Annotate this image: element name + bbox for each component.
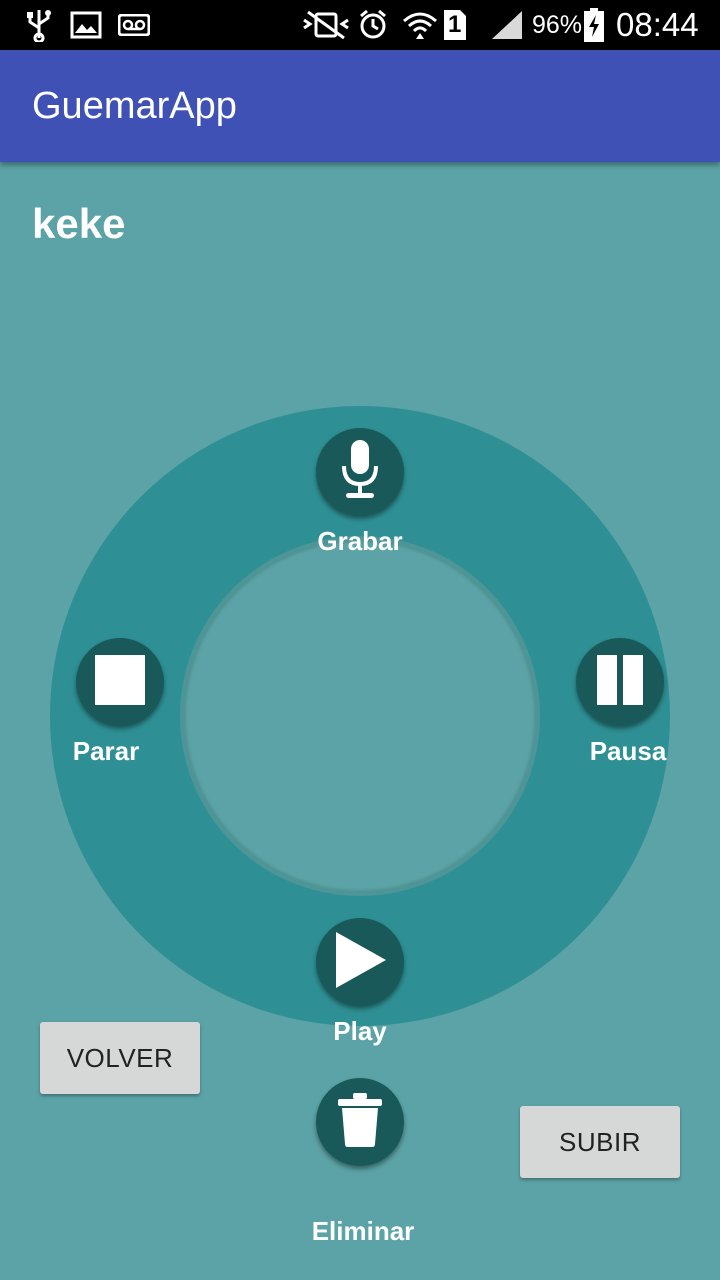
signal-icon (490, 0, 524, 50)
pause-label: Pausa (589, 736, 667, 766)
status-bar: 1 96% 08:44 (0, 0, 720, 50)
pause-button[interactable] (576, 638, 664, 726)
microphone-icon (340, 438, 380, 506)
delete-label: Eliminar (311, 1216, 415, 1246)
app-bar: GuemarApp (0, 50, 720, 162)
status-time: 08:44 (616, 6, 699, 43)
battery-percent: 96% (532, 10, 583, 39)
battery-charging-icon (582, 0, 606, 50)
play-icon (332, 930, 388, 994)
stop-icon (94, 654, 146, 710)
delete-button[interactable] (316, 1078, 404, 1166)
pause-icon (594, 654, 646, 710)
alarm-icon (358, 0, 388, 50)
trash-icon (337, 1092, 383, 1152)
stop-label: Parar (72, 736, 140, 766)
back-button[interactable]: VOLVER (40, 1022, 200, 1094)
record-button[interactable] (316, 428, 404, 516)
sim-slot-label: 1 (448, 11, 462, 38)
stop-button[interactable] (76, 638, 164, 726)
play-button[interactable] (316, 918, 404, 1006)
wifi-icon (402, 0, 438, 50)
record-label: Grabar (317, 526, 403, 556)
upload-button[interactable]: SUBIR (520, 1106, 680, 1178)
usb-icon (26, 0, 52, 50)
recording-name: keke (32, 200, 126, 247)
mute-vibrate-icon (302, 0, 350, 50)
app-title: GuemarApp (32, 84, 237, 127)
control-ring-center (180, 536, 540, 896)
play-label: Play (333, 1016, 387, 1046)
gallery-icon (70, 0, 102, 50)
voicemail-icon (118, 0, 150, 50)
